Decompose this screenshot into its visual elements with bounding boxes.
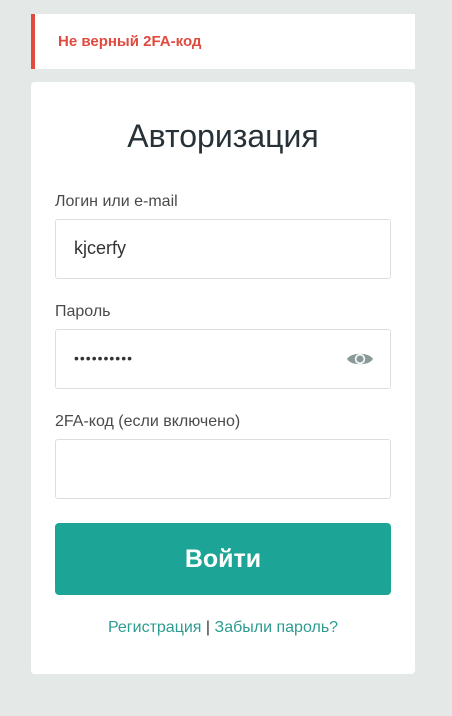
login-button[interactable]: Войти <box>55 523 391 595</box>
login-input[interactable]: kjcerfy <box>55 219 391 279</box>
forgot-password-link[interactable]: Забыли пароль? <box>215 619 339 636</box>
error-alert: Не верный 2FA-код <box>31 14 415 69</box>
password-label: Пароль <box>55 303 111 320</box>
login-label: Логин или e-mail <box>55 193 178 210</box>
error-message: Не верный 2FA-код <box>58 33 202 50</box>
password-masked-value: •••••••••• <box>74 350 134 366</box>
register-link[interactable]: Регистрация <box>108 619 202 636</box>
password-input[interactable]: •••••••••• <box>55 329 391 389</box>
page-title: Авторизация <box>127 118 319 154</box>
twofa-input[interactable] <box>55 439 391 499</box>
links-separator: | <box>205 619 211 636</box>
eye-icon[interactable] <box>346 350 374 368</box>
twofa-label: 2FA-код (если включено) <box>55 413 241 430</box>
footer-links: Регистрация | Забыли пароль? <box>31 619 415 637</box>
login-card: Авторизация Логин или e-mail kjcerfy Пар… <box>31 82 415 674</box>
login-input-value: kjcerfy <box>74 238 127 258</box>
